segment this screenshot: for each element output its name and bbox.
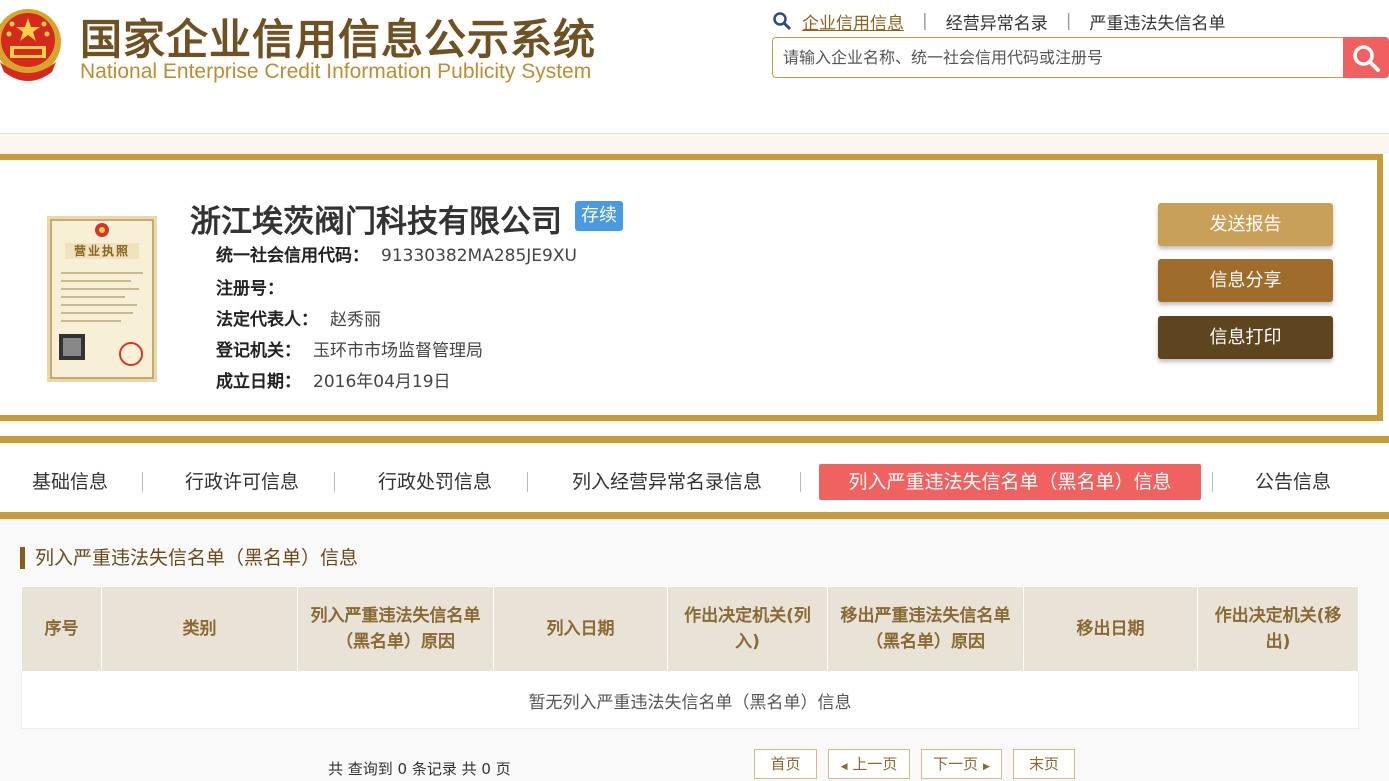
tab-admin-penalty[interactable]: 行政处罚信息	[365, 464, 505, 500]
header-strip	[0, 134, 1389, 154]
prev-page-label: 上一页	[852, 755, 898, 773]
license-label: 营业执照	[73, 244, 130, 258]
table-header-row: 序号 类别 列入严重违法失信名单（黑名单）原因 列入日期 作出决定机关(列入) …	[21, 586, 1359, 672]
chevron-left-icon: ◀	[840, 762, 848, 772]
first-page-button[interactable]: 首页	[754, 749, 817, 779]
tab-announcements[interactable]: 公告信息	[1243, 464, 1343, 500]
topnav-separator: |	[922, 11, 928, 31]
search-icon	[1353, 44, 1380, 72]
record-summary: 共 查询到 0 条记录 共 0 页	[328, 760, 511, 778]
tab-basic-info[interactable]: 基础信息	[20, 464, 120, 500]
status-badge: 存续	[575, 201, 623, 231]
column-header: 作出决定机关(移出)	[1197, 586, 1359, 672]
tab-abnormal-list[interactable]: 列入经营异常名录信息	[557, 464, 777, 500]
column-header: 移出日期	[1023, 586, 1198, 672]
topnav-separator: |	[1065, 11, 1072, 31]
next-page-button[interactable]: 下一页 ▶	[921, 749, 1002, 779]
field-label: 统一社会信用代码：	[216, 246, 369, 266]
tab-separator	[334, 472, 335, 492]
magnifier-icon	[773, 12, 792, 31]
send-report-button[interactable]: 发送报告	[1158, 203, 1333, 246]
table-row: 暂无列入严重违法失信名单（黑名单）信息	[21, 671, 1359, 729]
field-label: 法定代表人：	[216, 310, 318, 330]
top-nav: 企业信用信息 | 经营异常名录 | 严重违法失信名单	[772, 9, 1225, 34]
last-page-button[interactable]: 末页	[1013, 749, 1075, 779]
column-header: 列入日期	[493, 586, 668, 672]
share-info-button[interactable]: 信息分享	[1158, 259, 1333, 302]
field-value: 玉环市市场监督管理局	[313, 341, 483, 361]
column-header: 类别	[101, 586, 298, 672]
info-row-registration-no: 注册号：	[216, 274, 296, 299]
empty-message: 暂无列入严重违法失信名单（黑名单）信息	[21, 671, 1359, 729]
topnav-credit-info[interactable]: 企业信用信息	[802, 9, 904, 34]
topnav-abnormal-list[interactable]: 经营异常名录	[946, 9, 1048, 34]
column-header: 列入严重违法失信名单（黑名单）原因	[297, 586, 494, 672]
search-button[interactable]	[1343, 37, 1389, 78]
info-row-legal-rep: 法定代表人： 赵秀丽	[216, 305, 381, 330]
tab-separator	[527, 472, 528, 492]
next-page-label: 下一页	[933, 755, 979, 773]
search-box	[772, 37, 1343, 78]
tab-separator	[800, 472, 801, 492]
search-input[interactable]	[781, 38, 1325, 77]
field-value: 赵秀丽	[330, 310, 381, 330]
column-header: 移出严重违法失信名单（黑名单）原因	[827, 586, 1024, 672]
section-title: 列入严重违法失信名单（黑名单）信息	[20, 547, 358, 569]
tab-admin-license[interactable]: 行政许可信息	[172, 464, 312, 500]
company-name: 浙江埃茨阀门科技有限公司	[190, 204, 562, 240]
field-value: 91330382MA285JE9XU	[381, 246, 577, 266]
column-header: 序号	[21, 586, 102, 672]
tab-separator	[142, 472, 143, 492]
tab-separator	[1212, 472, 1213, 492]
blacklist-table: 序号 类别 列入严重违法失信名单（黑名单）原因 列入日期 作出决定机关(列入) …	[21, 586, 1359, 729]
field-label: 成立日期：	[216, 372, 301, 392]
prev-page-button[interactable]: ◀ 上一页	[828, 749, 910, 779]
print-info-button[interactable]: 信息打印	[1158, 316, 1333, 359]
field-label: 登记机关：	[216, 341, 301, 361]
field-value: 2016年04月19日	[313, 372, 451, 392]
column-header: 作出决定机关(列入)	[667, 586, 828, 672]
topnav-blacklist[interactable]: 严重违法失信名单	[1089, 9, 1225, 34]
tab-blacklist[interactable]: 列入严重违法失信名单（黑名单）信息	[819, 464, 1201, 500]
national-emblem-icon	[0, 9, 61, 81]
chevron-right-icon: ▶	[982, 762, 990, 772]
field-label: 注册号：	[216, 279, 284, 299]
site-title: 国家企业信用信息公示系统	[80, 15, 597, 64]
info-row-founded-date: 成立日期： 2016年04月19日	[216, 367, 451, 392]
business-license-image[interactable]	[47, 216, 157, 382]
info-row-credit-code: 统一社会信用代码： 91330382MA285JE9XU	[216, 241, 577, 266]
info-row-authority: 登记机关： 玉环市市场监督管理局	[216, 336, 483, 361]
site-subtitle: National Enterprise Credit Information P…	[80, 60, 592, 83]
